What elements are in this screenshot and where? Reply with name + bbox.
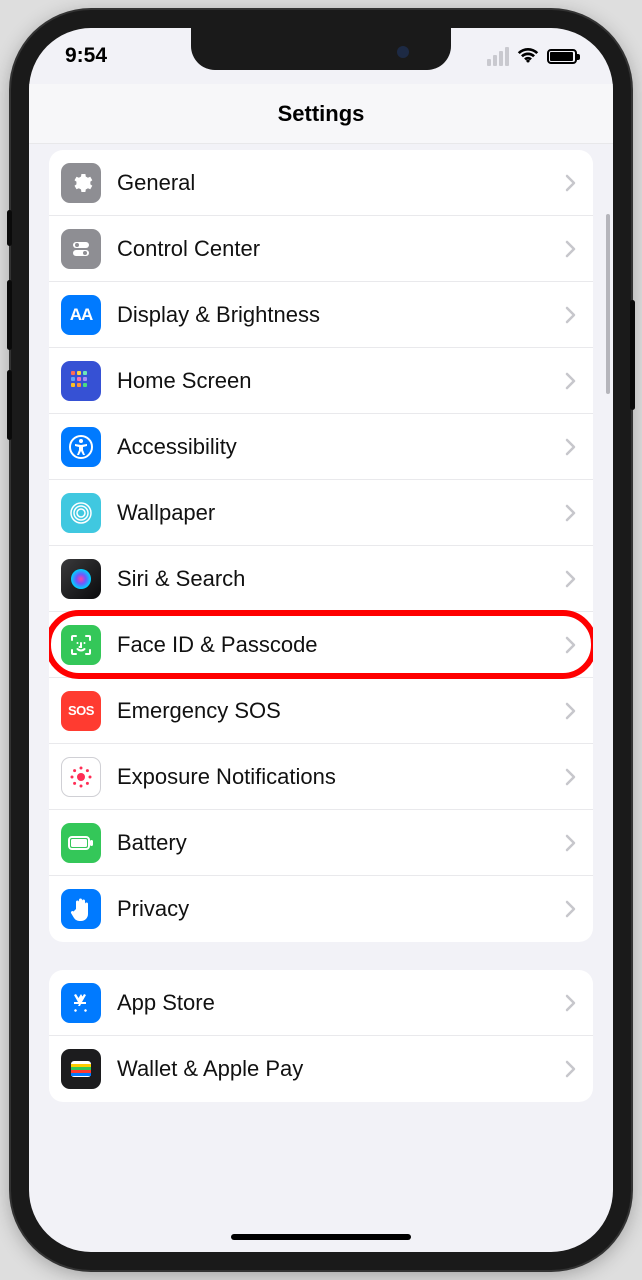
toggles-icon <box>61 229 101 269</box>
page-header: Settings <box>29 84 613 144</box>
settings-row-battery[interactable]: Battery <box>49 810 593 876</box>
settings-row-home-screen[interactable]: Home Screen <box>49 348 593 414</box>
face-id-icon <box>61 625 101 665</box>
battery-settings-icon <box>61 823 101 863</box>
wallet-icon <box>61 1049 101 1089</box>
settings-row-accessibility[interactable]: Accessibility <box>49 414 593 480</box>
settings-row-general[interactable]: General <box>49 150 593 216</box>
wallpaper-icon <box>61 493 101 533</box>
chevron-right-icon <box>565 994 577 1012</box>
settings-row-label: Siri & Search <box>117 566 549 592</box>
chevron-right-icon <box>565 504 577 522</box>
settings-list[interactable]: General Control Center AA Display & Brig… <box>29 144 613 1252</box>
settings-group: General Control Center AA Display & Brig… <box>49 150 593 942</box>
settings-group: App Store Wallet & Apple Pay <box>49 970 593 1102</box>
chevron-right-icon <box>565 636 577 654</box>
settings-row-label: Control Center <box>117 236 549 262</box>
settings-row-control-center[interactable]: Control Center <box>49 216 593 282</box>
gear-icon <box>61 163 101 203</box>
settings-row-wallpaper[interactable]: Wallpaper <box>49 480 593 546</box>
chevron-right-icon <box>565 768 577 786</box>
hand-icon <box>61 889 101 929</box>
app-store-icon <box>61 983 101 1023</box>
settings-row-app-store[interactable]: App Store <box>49 970 593 1036</box>
settings-row-face-id-passcode[interactable]: Face ID & Passcode <box>49 612 593 678</box>
chevron-right-icon <box>565 1060 577 1078</box>
accessibility-icon <box>61 427 101 467</box>
settings-row-label: Wallet & Apple Pay <box>117 1056 549 1082</box>
chevron-right-icon <box>565 306 577 324</box>
sos-icon: SOS <box>61 691 101 731</box>
siri-icon <box>61 559 101 599</box>
settings-row-label: Battery <box>117 830 549 856</box>
settings-row-label: Exposure Notifications <box>117 764 549 790</box>
settings-row-exposure-notifications[interactable]: Exposure Notifications <box>49 744 593 810</box>
screen: 9:54 Settings General <box>29 28 613 1252</box>
settings-row-emergency-sos[interactable]: SOS Emergency SOS <box>49 678 593 744</box>
settings-row-label: Face ID & Passcode <box>117 632 549 658</box>
settings-row-label: Display & Brightness <box>117 302 549 328</box>
settings-row-wallet-apple-pay[interactable]: Wallet & Apple Pay <box>49 1036 593 1102</box>
settings-row-label: App Store <box>117 990 549 1016</box>
settings-row-label: General <box>117 170 549 196</box>
page-title: Settings <box>278 101 365 127</box>
device-notch <box>191 28 451 70</box>
settings-row-display-brightness[interactable]: AA Display & Brightness <box>49 282 593 348</box>
chevron-right-icon <box>565 702 577 720</box>
settings-row-label: Accessibility <box>117 434 549 460</box>
chevron-right-icon <box>565 900 577 918</box>
scroll-indicator <box>606 214 610 394</box>
home-grid-icon <box>61 361 101 401</box>
chevron-right-icon <box>565 438 577 456</box>
cellular-icon <box>487 47 509 66</box>
settings-row-label: Home Screen <box>117 368 549 394</box>
chevron-right-icon <box>565 570 577 588</box>
settings-row-label: Wallpaper <box>117 500 549 526</box>
wifi-icon <box>517 48 539 64</box>
settings-row-privacy[interactable]: Privacy <box>49 876 593 942</box>
status-time: 9:54 <box>65 44 107 68</box>
chevron-right-icon <box>565 372 577 390</box>
text-size-icon: AA <box>61 295 101 335</box>
settings-row-label: Emergency SOS <box>117 698 549 724</box>
chevron-right-icon <box>565 834 577 852</box>
battery-icon <box>547 49 577 64</box>
chevron-right-icon <box>565 174 577 192</box>
settings-row-siri-search[interactable]: Siri & Search <box>49 546 593 612</box>
chevron-right-icon <box>565 240 577 258</box>
home-indicator[interactable] <box>231 1234 411 1240</box>
exposure-icon <box>61 757 101 797</box>
settings-row-label: Privacy <box>117 896 549 922</box>
device-frame: 9:54 Settings General <box>11 10 631 1270</box>
